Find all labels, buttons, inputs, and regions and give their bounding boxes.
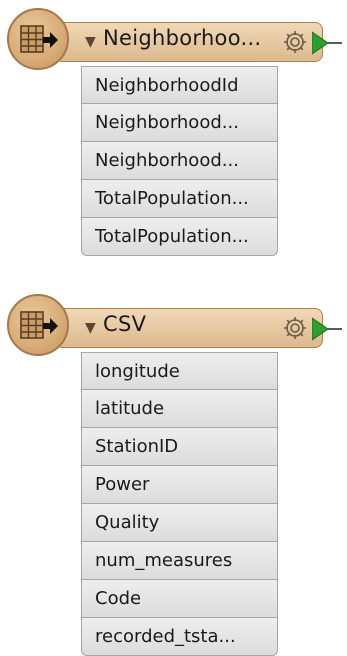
gear-icon[interactable] <box>282 29 308 55</box>
attribute-list: longitude latitude StationID Power Quali… <box>81 352 278 656</box>
attribute-row[interactable]: Neighborhood... <box>81 142 278 180</box>
reader-icon-circle[interactable] <box>7 8 69 70</box>
collapse-triangle-icon[interactable]: ▼ <box>85 320 96 336</box>
attribute-row[interactable]: longitude <box>81 352 278 390</box>
attribute-row[interactable]: NeighborhoodId <box>81 66 278 104</box>
attribute-row[interactable]: latitude <box>81 390 278 428</box>
reader-title: CSV <box>103 312 147 336</box>
reader-header[interactable]: ▼ Neighborhoo... <box>0 7 347 70</box>
output-port-icon[interactable] <box>312 30 342 56</box>
attribute-row[interactable]: Quality <box>81 504 278 542</box>
attribute-row[interactable]: recorded_tsta... <box>81 618 278 656</box>
reader-header[interactable]: ▼ CSV <box>0 293 347 356</box>
attribute-row[interactable]: Neighborhood... <box>81 104 278 142</box>
attribute-row[interactable]: TotalPopulation... <box>81 218 278 256</box>
gear-icon[interactable] <box>282 315 308 341</box>
reader-icon-circle[interactable] <box>7 294 69 356</box>
table-arrow-icon <box>20 25 58 53</box>
reader-title: Neighborhoo... <box>103 26 262 50</box>
output-port-icon[interactable] <box>312 316 342 342</box>
collapse-triangle-icon[interactable]: ▼ <box>85 34 96 50</box>
table-arrow-icon <box>20 311 58 339</box>
attribute-row[interactable]: TotalPopulation... <box>81 180 278 218</box>
attribute-list: NeighborhoodId Neighborhood... Neighborh… <box>81 66 278 256</box>
attribute-row[interactable]: Power <box>81 466 278 504</box>
attribute-row[interactable]: StationID <box>81 428 278 466</box>
attribute-row[interactable]: num_measures <box>81 542 278 580</box>
attribute-row[interactable]: Code <box>81 580 278 618</box>
